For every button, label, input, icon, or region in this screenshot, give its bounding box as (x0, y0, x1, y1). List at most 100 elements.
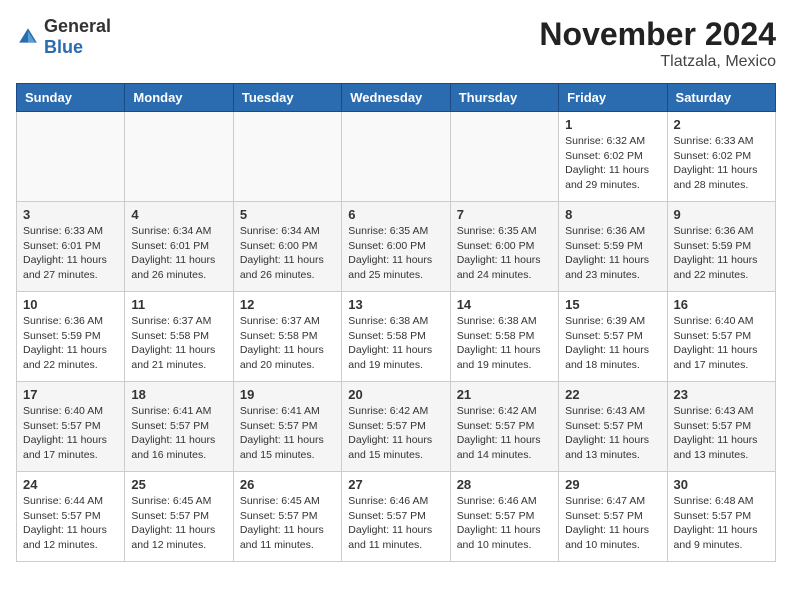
logo-blue: Blue (44, 37, 83, 57)
calendar-cell: 2 Sunrise: 6:33 AM Sunset: 6:02 PM Daylig… (667, 112, 775, 202)
day-number: 2 (674, 117, 769, 132)
day-number: 16 (674, 297, 769, 312)
calendar-cell: 12 Sunrise: 6:37 AM Sunset: 5:58 PM Dayli… (233, 292, 341, 382)
day-info: Sunrise: 6:39 AM Sunset: 5:57 PM Dayligh… (565, 314, 660, 373)
day-info: Sunrise: 6:32 AM Sunset: 6:02 PM Dayligh… (565, 134, 660, 193)
calendar-cell (233, 112, 341, 202)
day-header-friday: Friday (559, 84, 667, 112)
day-info: Sunrise: 6:34 AM Sunset: 6:01 PM Dayligh… (131, 224, 226, 283)
day-header-sunday: Sunday (17, 84, 125, 112)
day-info: Sunrise: 6:33 AM Sunset: 6:02 PM Dayligh… (674, 134, 769, 193)
day-number: 24 (23, 477, 118, 492)
day-info: Sunrise: 6:46 AM Sunset: 5:57 PM Dayligh… (348, 494, 443, 553)
day-header-wednesday: Wednesday (342, 84, 450, 112)
day-info: Sunrise: 6:40 AM Sunset: 5:57 PM Dayligh… (674, 314, 769, 373)
calendar-cell: 23 Sunrise: 6:43 AM Sunset: 5:57 PM Dayli… (667, 382, 775, 472)
calendar-cell: 13Sunrise: 6:38 AM Sunset: 5:58 PM Dayli… (342, 292, 450, 382)
day-info: Sunrise: 6:35 AM Sunset: 6:00 PM Dayligh… (457, 224, 552, 283)
day-number: 5 (240, 207, 335, 222)
day-info: Sunrise: 6:34 AM Sunset: 6:00 PM Dayligh… (240, 224, 335, 283)
calendar-cell: 29 Sunrise: 6:47 AM Sunset: 5:57 PM Dayli… (559, 472, 667, 562)
day-number: 27 (348, 477, 443, 492)
calendar-cell (450, 112, 558, 202)
day-info: Sunrise: 6:43 AM Sunset: 5:57 PM Dayligh… (565, 404, 660, 463)
day-info: Sunrise: 6:47 AM Sunset: 5:57 PM Dayligh… (565, 494, 660, 553)
day-number: 9 (674, 207, 769, 222)
day-number: 6 (348, 207, 443, 222)
day-info: Sunrise: 6:33 AM Sunset: 6:01 PM Dayligh… (23, 224, 118, 283)
day-header-tuesday: Tuesday (233, 84, 341, 112)
calendar-week-row: 10Sunrise: 6:36 AM Sunset: 5:59 PM Dayli… (17, 292, 776, 382)
day-info: Sunrise: 6:45 AM Sunset: 5:57 PM Dayligh… (240, 494, 335, 553)
day-info: Sunrise: 6:37 AM Sunset: 5:58 PM Dayligh… (131, 314, 226, 373)
calendar-cell: 10Sunrise: 6:36 AM Sunset: 5:59 PM Dayli… (17, 292, 125, 382)
calendar-cell: 4 Sunrise: 6:34 AM Sunset: 6:01 PM Daylig… (125, 202, 233, 292)
calendar-cell: 22Sunrise: 6:43 AM Sunset: 5:57 PM Dayli… (559, 382, 667, 472)
day-header-monday: Monday (125, 84, 233, 112)
page-header: General Blue November 2024 Tlatzala, Mex… (16, 16, 776, 71)
calendar-cell: 30 Sunrise: 6:48 AM Sunset: 5:57 PM Dayli… (667, 472, 775, 562)
day-info: Sunrise: 6:45 AM Sunset: 5:57 PM Dayligh… (131, 494, 226, 553)
calendar-cell: 24 Sunrise: 6:44 AM Sunset: 5:57 PM Dayli… (17, 472, 125, 562)
calendar-cell: 17 Sunrise: 6:40 AM Sunset: 5:57 PM Dayli… (17, 382, 125, 472)
calendar-week-row: 24 Sunrise: 6:44 AM Sunset: 5:57 PM Dayli… (17, 472, 776, 562)
day-number: 26 (240, 477, 335, 492)
day-number: 4 (131, 207, 226, 222)
day-number: 3 (23, 207, 118, 222)
calendar-cell: 6 Sunrise: 6:35 AM Sunset: 6:00 PM Daylig… (342, 202, 450, 292)
location: Tlatzala, Mexico (539, 53, 776, 71)
day-number: 30 (674, 477, 769, 492)
calendar-cell: 14 Sunrise: 6:38 AM Sunset: 5:58 PM Dayli… (450, 292, 558, 382)
day-number: 14 (457, 297, 552, 312)
day-number: 20 (348, 387, 443, 402)
day-header-thursday: Thursday (450, 84, 558, 112)
day-info: Sunrise: 6:48 AM Sunset: 5:57 PM Dayligh… (674, 494, 769, 553)
calendar-cell (125, 112, 233, 202)
day-number: 19 (240, 387, 335, 402)
day-number: 23 (674, 387, 769, 402)
calendar-cell: 25 Sunrise: 6:45 AM Sunset: 5:57 PM Dayli… (125, 472, 233, 562)
day-info: Sunrise: 6:40 AM Sunset: 5:57 PM Dayligh… (23, 404, 118, 463)
day-number: 12 (240, 297, 335, 312)
day-info: Sunrise: 6:38 AM Sunset: 5:58 PM Dayligh… (457, 314, 552, 373)
day-number: 8 (565, 207, 660, 222)
day-number: 15 (565, 297, 660, 312)
calendar-cell: 9 Sunrise: 6:36 AM Sunset: 5:59 PM Daylig… (667, 202, 775, 292)
day-info: Sunrise: 6:37 AM Sunset: 5:58 PM Dayligh… (240, 314, 335, 373)
day-number: 21 (457, 387, 552, 402)
day-info: Sunrise: 6:46 AM Sunset: 5:57 PM Dayligh… (457, 494, 552, 553)
day-info: Sunrise: 6:35 AM Sunset: 6:00 PM Dayligh… (348, 224, 443, 283)
day-number: 17 (23, 387, 118, 402)
calendar-cell: 15 Sunrise: 6:39 AM Sunset: 5:57 PM Dayli… (559, 292, 667, 382)
logo: General Blue (16, 16, 111, 58)
day-number: 11 (131, 297, 226, 312)
calendar-week-row: 17 Sunrise: 6:40 AM Sunset: 5:57 PM Dayli… (17, 382, 776, 472)
day-number: 29 (565, 477, 660, 492)
day-info: Sunrise: 6:41 AM Sunset: 5:57 PM Dayligh… (240, 404, 335, 463)
day-info: Sunrise: 6:44 AM Sunset: 5:57 PM Dayligh… (23, 494, 118, 553)
calendar-cell: 27 Sunrise: 6:46 AM Sunset: 5:57 PM Dayli… (342, 472, 450, 562)
calendar-cell: 21 Sunrise: 6:42 AM Sunset: 5:57 PM Dayli… (450, 382, 558, 472)
calendar-table: SundayMondayTuesdayWednesdayThursdayFrid… (16, 83, 776, 562)
day-number: 25 (131, 477, 226, 492)
calendar-cell (17, 112, 125, 202)
day-number: 1 (565, 117, 660, 132)
calendar-cell (342, 112, 450, 202)
day-info: Sunrise: 6:41 AM Sunset: 5:57 PM Dayligh… (131, 404, 226, 463)
day-header-saturday: Saturday (667, 84, 775, 112)
day-info: Sunrise: 6:43 AM Sunset: 5:57 PM Dayligh… (674, 404, 769, 463)
logo-icon (16, 25, 40, 49)
calendar-cell: 26 Sunrise: 6:45 AM Sunset: 5:57 PM Dayli… (233, 472, 341, 562)
calendar-cell: 20Sunrise: 6:42 AM Sunset: 5:57 PM Dayli… (342, 382, 450, 472)
day-info: Sunrise: 6:36 AM Sunset: 5:59 PM Dayligh… (674, 224, 769, 283)
calendar-week-row: 3 Sunrise: 6:33 AM Sunset: 6:01 PM Daylig… (17, 202, 776, 292)
day-number: 28 (457, 477, 552, 492)
calendar-cell: 8Sunrise: 6:36 AM Sunset: 5:59 PM Daylig… (559, 202, 667, 292)
calendar-cell: 19 Sunrise: 6:41 AM Sunset: 5:57 PM Dayli… (233, 382, 341, 472)
day-info: Sunrise: 6:42 AM Sunset: 5:57 PM Dayligh… (457, 404, 552, 463)
day-number: 7 (457, 207, 552, 222)
calendar-header-row: SundayMondayTuesdayWednesdayThursdayFrid… (17, 84, 776, 112)
title-section: November 2024 Tlatzala, Mexico (539, 16, 776, 71)
calendar-week-row: 1 Sunrise: 6:32 AM Sunset: 6:02 PM Daylig… (17, 112, 776, 202)
calendar-cell: 7 Sunrise: 6:35 AM Sunset: 6:00 PM Daylig… (450, 202, 558, 292)
